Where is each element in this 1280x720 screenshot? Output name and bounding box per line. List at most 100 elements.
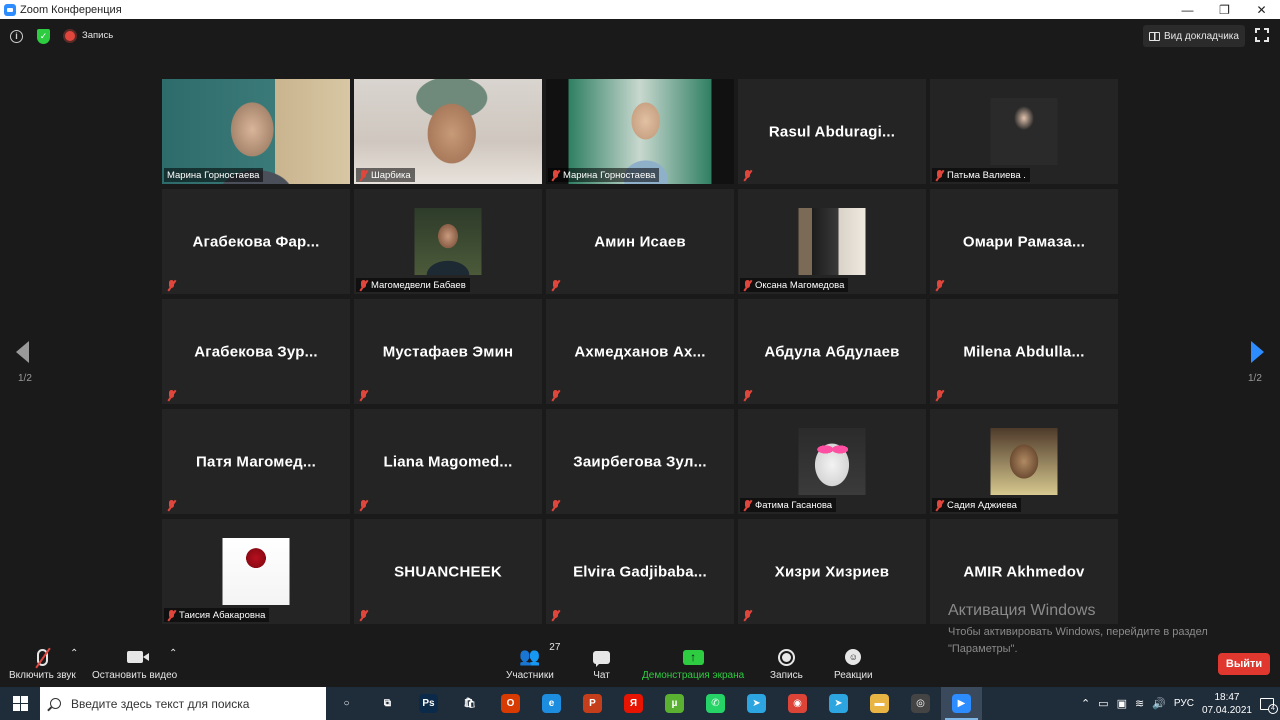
participant-tile[interactable]: Rasul Abduragi...: [738, 79, 926, 184]
participant-caption-name: Магомедвели Бабаев: [371, 279, 466, 291]
meeting-info-icon[interactable]: i: [10, 30, 23, 43]
taskbar-app-yandex[interactable]: Я: [613, 687, 654, 720]
mic-muted-icon: [935, 169, 944, 181]
participant-name: Ахмедханов Ах...: [574, 343, 706, 360]
speaker-view-button[interactable]: Вид докладчика: [1143, 25, 1245, 47]
participant-tile[interactable]: Магомедвели Бабаев: [354, 189, 542, 294]
participant-tile[interactable]: Мустафаев Эмин: [354, 299, 542, 404]
taskbar-app-office[interactable]: O: [490, 687, 531, 720]
taskbar-app-edge[interactable]: e: [531, 687, 572, 720]
clock-time: 18:47: [1214, 691, 1240, 703]
photoshop-icon: Ps: [419, 694, 438, 713]
reactions-button[interactable]: ☺ Реакции: [834, 646, 873, 681]
taskbar-app-telegram-2[interactable]: ➤: [818, 687, 859, 720]
mic-muted-icon: [359, 169, 368, 181]
participant-caption: [164, 278, 180, 292]
participant-caption-name: Таисия Абакаровна: [179, 609, 266, 621]
stop-video-button[interactable]: Остановить видео: [92, 646, 177, 681]
battery-icon[interactable]: ▭: [1098, 697, 1108, 710]
taskbar-app-media[interactable]: ◎: [900, 687, 941, 720]
close-button[interactable]: ✕: [1243, 0, 1280, 19]
chat-button[interactable]: Чат: [593, 646, 610, 681]
input-language[interactable]: РУС: [1174, 698, 1194, 709]
participant-tile[interactable]: Абдула Абдулаев: [738, 299, 926, 404]
participant-tile[interactable]: Агабекова Зур...: [162, 299, 350, 404]
participant-avatar: [990, 428, 1058, 495]
participant-tile[interactable]: Milena Abdulla...: [930, 299, 1118, 404]
window-title: Zoom Конференция: [20, 3, 122, 16]
taskbar-app-task-view[interactable]: ⧉: [367, 687, 408, 720]
participant-tile[interactable]: Заирбегова Зул...: [546, 409, 734, 514]
taskbar-app-store[interactable]: 🛍: [449, 687, 490, 720]
participant-avatar: [222, 538, 290, 605]
participant-tile[interactable]: Таисия Абакаровна: [162, 519, 350, 624]
start-button[interactable]: [0, 687, 40, 720]
next-page-arrow-icon[interactable]: [1251, 341, 1264, 363]
participant-gallery: Марина Горностаева Шарбика Марина Горноста…: [162, 79, 1118, 627]
taskbar-app-zoom[interactable]: ▶: [941, 687, 982, 720]
participant-tile[interactable]: Омари Рамаза...: [930, 189, 1118, 294]
system-tray: ⌃ ▭ ▣ ≋ 🔊 РУС 18:47 07.04.2021 4: [1081, 691, 1280, 717]
participant-tile[interactable]: Марина Горностаева: [546, 79, 734, 184]
share-screen-button[interactable]: ↑ Демонстрация экрана: [642, 646, 744, 681]
participant-tile[interactable]: Марина Горностаева: [162, 79, 350, 184]
participant-caption: [164, 388, 180, 402]
record-button[interactable]: Запись: [770, 646, 803, 681]
participant-tile[interactable]: Агабекова Фар...: [162, 189, 350, 294]
wifi-icon[interactable]: ≋: [1135, 697, 1144, 710]
recording-label: Запись: [82, 30, 114, 41]
participant-tile[interactable]: Liana Magomed...: [354, 409, 542, 514]
volume-icon[interactable]: 🔊: [1152, 697, 1166, 710]
taskbar-search-box[interactable]: Введите здесь текст для поиска: [40, 687, 326, 720]
participant-caption-name: Патьма Валиева .: [947, 169, 1026, 181]
video-options-chevron-icon[interactable]: ⌃: [169, 648, 177, 659]
participant-caption: [356, 608, 372, 622]
taskbar-app-explorer[interactable]: ▬: [859, 687, 900, 720]
security-shield-icon[interactable]: ✓: [37, 29, 50, 44]
task-view-icon: ⧉: [383, 698, 392, 709]
taskbar-app-whatsapp[interactable]: ✆: [695, 687, 736, 720]
participant-avatar: [798, 208, 866, 275]
mic-muted-icon: [743, 279, 752, 291]
notifications-icon[interactable]: 4: [1260, 697, 1278, 714]
windows-taskbar: Введите здесь текст для поиска ○ ⧉ Ps 🛍 Oe P Я…: [0, 687, 1280, 720]
fullscreen-icon[interactable]: [1255, 28, 1269, 42]
taskbar-app-powerpoint[interactable]: P: [572, 687, 613, 720]
participant-tile[interactable]: Шарбика: [354, 79, 542, 184]
minimize-button[interactable]: —: [1169, 0, 1206, 19]
participant-tile[interactable]: Садия Аджиева: [930, 409, 1118, 514]
participant-tile[interactable]: Патьма Валиева .: [930, 79, 1118, 184]
participants-button[interactable]: 👥 27 Участники: [506, 642, 560, 681]
participant-tile[interactable]: Elvira Gadjibaba...: [546, 519, 734, 624]
audio-options-chevron-icon[interactable]: ⌃: [70, 648, 78, 659]
telegram-icon: ➤: [747, 694, 766, 713]
participant-caption: [548, 498, 564, 512]
tray-overflow-chevron-icon[interactable]: ⌃: [1081, 697, 1090, 710]
participant-tile[interactable]: Оксана Магомедова: [738, 189, 926, 294]
participant-caption: Шарбика: [356, 168, 415, 182]
taskbar-app-chrome[interactable]: ◉: [777, 687, 818, 720]
notifications-count: 4: [1268, 703, 1278, 714]
record-label: Запись: [770, 670, 803, 681]
participant-tile[interactable]: Патя Магомед...: [162, 409, 350, 514]
participant-tile[interactable]: SHUANCHEEK: [354, 519, 542, 624]
system-clock[interactable]: 18:47 07.04.2021: [1202, 691, 1252, 717]
mic-muted-icon: [743, 389, 752, 401]
previous-page-arrow-icon[interactable]: [16, 341, 29, 363]
chat-label: Чат: [593, 670, 610, 681]
taskbar-app-photoshop[interactable]: Ps: [408, 687, 449, 720]
participant-tile[interactable]: Амин Исаев: [546, 189, 734, 294]
participant-caption: [932, 388, 948, 402]
leave-meeting-button[interactable]: Выйти: [1218, 653, 1270, 675]
taskbar-app-cortana[interactable]: ○: [326, 687, 367, 720]
device-icon[interactable]: ▣: [1117, 697, 1127, 710]
taskbar-app-telegram[interactable]: ➤: [736, 687, 777, 720]
participant-caption: [932, 278, 948, 292]
maximize-button[interactable]: ❐: [1206, 0, 1243, 19]
cortana-icon: ○: [343, 698, 350, 709]
participant-tile[interactable]: Хизри Хизриев: [738, 519, 926, 624]
unmute-button[interactable]: Включить звук: [9, 646, 76, 681]
taskbar-app-utorrent[interactable]: µ: [654, 687, 695, 720]
participant-tile[interactable]: Фатима Гасанова: [738, 409, 926, 514]
participant-tile[interactable]: Ахмедханов Ах...: [546, 299, 734, 404]
